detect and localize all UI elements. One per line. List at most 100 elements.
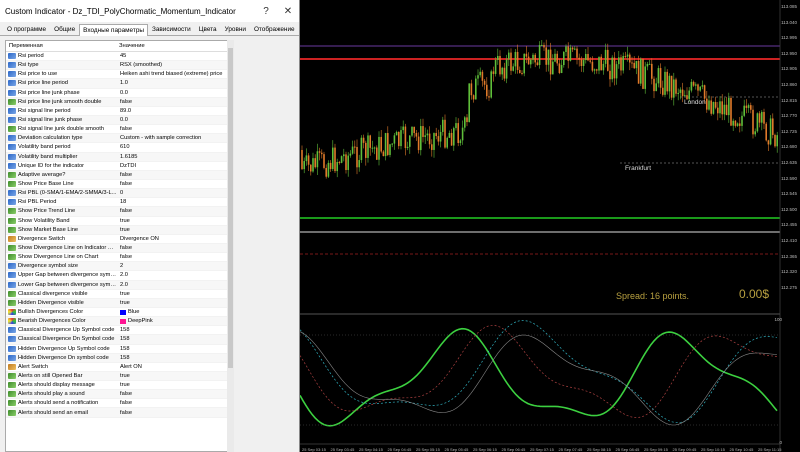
parameter-row[interactable]: Hidden Divergence visible true — [6, 298, 232, 308]
parameter-value[interactable]: 1.0 — [118, 80, 232, 86]
parameter-value[interactable]: 158 — [118, 346, 232, 352]
parameter-value[interactable]: 158 — [118, 336, 232, 342]
parameter-row[interactable]: Classical divergence visible true — [6, 289, 232, 299]
parameter-row[interactable]: Bullish Divergences Color Blue — [6, 307, 232, 318]
tab-6[interactable]: Отображение — [250, 23, 299, 35]
parameter-row[interactable]: Show Price Trend Line false — [6, 207, 232, 217]
parameter-row[interactable]: Rsi price line junk smooth double false — [6, 97, 232, 107]
parameter-value[interactable]: 2.0 — [118, 282, 232, 288]
parameter-value[interactable]: RSX (smoothed) — [118, 62, 232, 68]
tab-2[interactable]: Входные параметры — [79, 24, 148, 36]
tab-1[interactable]: Общие — [50, 23, 79, 35]
parameter-row[interactable]: Unique ID for the indicator DzTDI — [6, 161, 232, 171]
scrollbar-thumb[interactable] — [228, 48, 233, 368]
parameter-value[interactable]: true — [118, 300, 232, 306]
parameter-row[interactable]: Rsi type RSX (smoothed) — [6, 61, 232, 71]
parameter-row[interactable]: Rsi PBL Period 18 — [6, 198, 232, 208]
parameter-row[interactable]: Volatility band multiplier 1.6185 — [6, 152, 232, 162]
parameter-value[interactable]: true — [118, 291, 232, 297]
parameter-value[interactable]: false — [118, 172, 232, 178]
parameter-value[interactable]: 1.6185 — [118, 154, 232, 160]
parameter-value[interactable]: false — [118, 254, 232, 260]
parameter-row[interactable]: Rsi price to use Heiken ashi trend biased… — [6, 70, 232, 80]
parameter-value[interactable]: DeepPink — [118, 318, 232, 324]
parameter-type-icon — [8, 299, 16, 306]
parameter-row[interactable]: Alerts should send an email false — [6, 408, 232, 418]
parameter-value[interactable]: false — [118, 245, 232, 251]
parameter-row[interactable]: Bearish Divergences Color DeepPink — [6, 317, 232, 327]
candle-body — [444, 119, 446, 148]
parameter-value[interactable]: Blue — [118, 309, 232, 315]
parameter-row[interactable]: Classical Divergence Dn Symbol code 158 — [6, 335, 232, 345]
grid-scrollbar[interactable] — [227, 40, 234, 452]
parameter-value[interactable]: true — [118, 218, 232, 224]
parameter-value[interactable]: Alert ON — [118, 364, 232, 370]
parameter-row[interactable]: Divergence Switch Divergence ON — [6, 234, 232, 244]
candle-body — [552, 61, 554, 75]
parameter-row[interactable]: Classical Divergence Up Symbol code 158 — [6, 326, 232, 336]
parameter-row[interactable]: Rsi PBL (0-SMA/1-EMA/2-SMMA/3-L... 0 — [6, 189, 232, 199]
parameter-value[interactable]: 0.0 — [118, 90, 232, 96]
parameter-value[interactable]: 89.0 — [118, 108, 232, 114]
parameter-row[interactable]: Lower Gap between divergence symb... 2.0 — [6, 280, 232, 290]
parameter-row[interactable]: Rsi signal line junk phase 0.0 — [6, 115, 232, 126]
parameter-value[interactable]: Custom - with sample correction — [118, 135, 232, 141]
parameter-row[interactable]: Rsi signal line junk double smooth false — [6, 125, 232, 135]
parameter-row[interactable]: Hidden Divergence Dn symbol code 158 — [6, 353, 232, 363]
parameter-row[interactable]: Rsi price line period 1.0 — [6, 79, 232, 89]
parameter-row[interactable]: Rsi signal line period 89.0 — [6, 106, 232, 116]
parameter-row[interactable]: Show Divergence Line on Indicator Wi... f… — [6, 243, 232, 254]
parameter-row[interactable]: Alerts should play a sound false — [6, 390, 232, 400]
parameter-row[interactable]: Show Divergence Line on Chart false — [6, 253, 232, 263]
tab-0[interactable]: О программе — [3, 23, 50, 35]
tab-3[interactable]: Зависимости — [148, 23, 195, 35]
parameter-value[interactable]: Heiken ashi trend biased (extreme) price — [118, 71, 232, 77]
parameter-value[interactable]: Divergence ON — [118, 236, 232, 242]
parameter-value-text: RSX (smoothed) — [120, 62, 163, 69]
close-button[interactable]: ✕ — [277, 0, 299, 22]
parameter-value[interactable]: true — [118, 227, 232, 233]
parameter-row[interactable]: Hidden Divergence Up Symbol code 158 — [6, 344, 232, 354]
parameter-value[interactable]: 158 — [118, 327, 232, 333]
parameter-row[interactable]: Adaptive average? false — [6, 170, 232, 180]
parameter-value[interactable]: 45 — [118, 53, 232, 59]
parameter-row[interactable]: Show Volatility Band true — [6, 216, 232, 226]
parameter-value[interactable]: true — [118, 373, 232, 379]
tab-4[interactable]: Цвета — [195, 23, 221, 35]
parameter-value[interactable]: false — [118, 391, 232, 397]
parameter-value[interactable]: 158 — [118, 355, 232, 361]
parameter-row[interactable]: Upper Gap between divergence symb... 2.0 — [6, 271, 232, 281]
parameter-value[interactable]: 2.0 — [118, 272, 232, 278]
parameter-value[interactable]: DzTDI — [118, 163, 232, 169]
parameter-value[interactable]: 18 — [118, 199, 232, 205]
parameter-row[interactable]: Rsi period 45 — [6, 52, 232, 62]
help-button[interactable]: ? — [255, 0, 277, 22]
parameter-value[interactable]: false — [118, 208, 232, 214]
parameter-row[interactable]: Show Price Base Line false — [6, 179, 232, 190]
parameter-row[interactable]: Divergence symbol size 2 — [6, 262, 232, 272]
candle-body — [343, 154, 345, 157]
candle-body — [305, 155, 308, 162]
parameter-row[interactable]: Volatility band period 610 — [6, 143, 232, 153]
candle-body — [494, 59, 497, 74]
price-chart[interactable]: 113.085 113.040 112.995 112.950 112.905 112.8… — [300, 0, 800, 452]
parameter-row[interactable]: Deviation calculation type Custom - with … — [6, 134, 232, 144]
parameter-value[interactable]: false — [118, 126, 232, 132]
parameter-row[interactable]: Rsi price line junk phase 0.0 — [6, 88, 232, 98]
parameter-row[interactable]: Alerts on still Opened Bar true — [6, 371, 232, 382]
parameter-value[interactable]: false — [118, 181, 232, 187]
parameter-row[interactable]: Alert Switch Alert ON — [6, 362, 232, 372]
parameter-row[interactable]: Alerts should send a notification false — [6, 399, 232, 409]
parameter-name: Show Market Base Line — [18, 226, 79, 233]
parameter-value[interactable]: 2 — [118, 263, 232, 269]
parameter-value[interactable]: false — [118, 410, 232, 416]
tab-5[interactable]: Уровни — [221, 23, 250, 35]
parameter-row[interactable]: Alerts should display message true — [6, 381, 232, 391]
parameter-value[interactable]: 0 — [118, 190, 232, 196]
parameter-value[interactable]: 0.0 — [118, 117, 232, 123]
parameter-row[interactable]: Show Market Base Line true — [6, 225, 232, 235]
parameter-value[interactable]: 610 — [118, 144, 232, 150]
parameter-value[interactable]: false — [118, 400, 232, 406]
parameter-value[interactable]: false — [118, 99, 232, 105]
parameter-value[interactable]: true — [118, 382, 232, 388]
